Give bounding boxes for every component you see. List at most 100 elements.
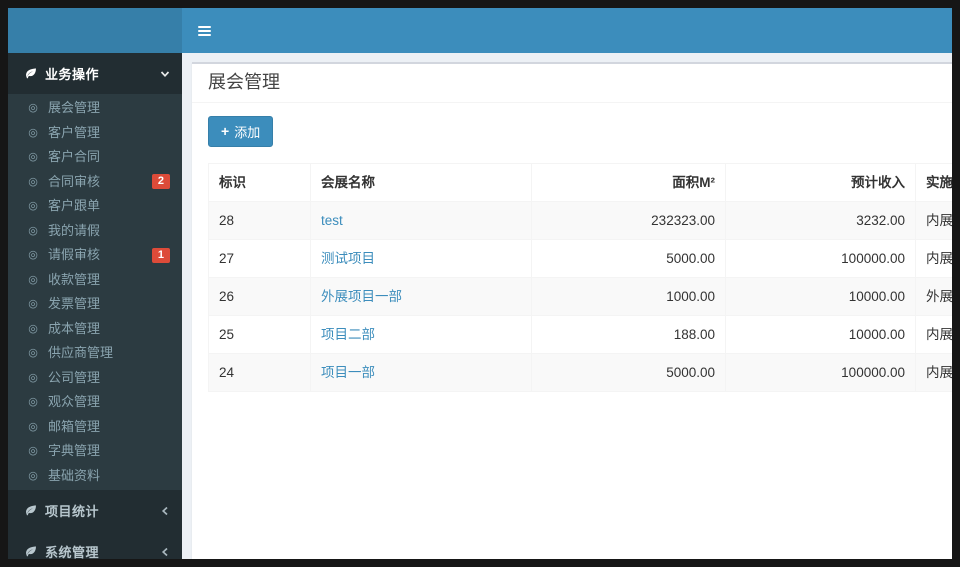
plus-icon: + <box>221 123 230 140</box>
sidebar-item-label: 成本管理 <box>48 320 101 336</box>
leaf-icon <box>22 545 38 558</box>
exhibition-id-cell: 24 <box>208 352 311 392</box>
sidebar-item: ◎ 客户管理 <box>8 121 182 146</box>
sidebar-item-label: 发票管理 <box>48 296 101 311</box>
sidebar-item-link[interactable]: ◎ 客户管理 <box>8 121 182 146</box>
sidebar-item: ◎ 展会管理 <box>8 96 182 121</box>
circle-dot-icon: ◎ <box>28 273 38 286</box>
notification-badge: 2 <box>151 174 170 190</box>
app-screen: 业务操作 ◎ 展会管理 ◎ 客户管理 ◎ 客户合同 ◎ 合同审核 2 ◎ 客户跟单 ◎ 我的请假 ◎ 请假审核… <box>8 8 952 559</box>
sidebar-section: 项目统计 <box>8 490 182 531</box>
sidebar-section-label: 业务操作 <box>45 67 100 82</box>
exhibition-revenue-cell: 3232.00 <box>725 200 916 240</box>
chevron-down-icon <box>160 69 170 79</box>
chevron-left-icon <box>160 506 170 516</box>
circle-dot-icon: ◎ <box>28 249 38 261</box>
circle-dot-icon: ◎ <box>28 396 38 408</box>
sidebar-item-link[interactable]: ◎ 基础资料 <box>8 464 182 489</box>
table-row: 26 外展项目一部 1000.0010000.00外展项目 <box>208 276 952 316</box>
sidebar-item-link[interactable]: ◎ 字典管理 <box>8 439 182 464</box>
sidebar-item-label: 客户跟单 <box>48 198 101 213</box>
exhibition-name-link[interactable]: 外展项目一部 <box>321 289 402 304</box>
sidebar-item-link[interactable]: ◎ 客户跟单 <box>8 194 182 219</box>
exhibition-name-cell: 项目二部 <box>310 314 532 354</box>
exhibition-name-link[interactable]: test <box>321 213 343 228</box>
column-header: 实施部门 <box>915 162 952 202</box>
exhibition-id-cell: 27 <box>208 238 311 278</box>
add-button-label: 添加 <box>234 124 261 140</box>
content-area: 展会管理 + 添加 标识会展名称面积M²预计收入实施部门 28 test 23232… <box>182 53 952 559</box>
table-body: 28test232323.003232.00内展项目27测试项目5000.001… <box>208 200 952 392</box>
exhibition-dept-cell: 内展项目 <box>915 238 952 278</box>
exhibition-id-cell: 28 <box>208 200 311 240</box>
circle-dot-icon: ◎ <box>28 126 38 139</box>
sidebar-item-link[interactable]: ◎ 发票管理 <box>8 292 182 317</box>
sidebar-item-label: 观众管理 <box>48 394 101 409</box>
sidebar-section-toggle[interactable]: 项目统计 <box>8 490 182 531</box>
column-header: 会展名称 <box>310 162 532 202</box>
sidebar-item-link[interactable]: ◎ 成本管理 <box>8 317 182 342</box>
sidebar-item-link[interactable]: ◎ 供应商管理 <box>8 341 182 366</box>
sidebar-item-link[interactable]: ◎ 请假审核 1 <box>8 243 182 268</box>
sidebar-item: ◎ 观众管理 <box>8 390 182 415</box>
circle-dot-icon: ◎ <box>28 224 38 237</box>
add-button[interactable]: + 添加 <box>208 115 274 147</box>
sidebar-item-link[interactable]: ◎ 展会管理 <box>8 96 182 121</box>
sidebar-item-link[interactable]: ◎ 合同审核 2 <box>8 170 182 195</box>
table-row: 25 项目二部 188.0010000.00内展项目 <box>208 314 952 354</box>
exhibition-area-cell: 1000.00 <box>531 276 726 316</box>
sidebar-item: ◎ 公司管理 <box>8 366 182 391</box>
exhibition-area-cell: 232323.00 <box>531 200 726 240</box>
sidebar-item-link[interactable]: ◎ 邮箱管理 <box>8 415 182 440</box>
sidebar-item-link[interactable]: ◎ 公司管理 <box>8 366 182 391</box>
sidebar-item-label: 公司管理 <box>48 369 101 385</box>
exhibition-name-link[interactable]: 项目一部 <box>321 365 375 380</box>
sidebar-item: ◎ 客户合同 <box>8 145 182 170</box>
exhibition-revenue-cell: 10000.00 <box>725 276 916 316</box>
sidebar-toggle-button[interactable] <box>182 8 227 53</box>
sidebar-section-toggle[interactable]: 系统管理 <box>8 531 182 559</box>
exhibition-revenue-cell: 100000.00 <box>725 238 916 278</box>
exhibition-name-link[interactable]: 测试项目 <box>321 251 375 266</box>
exhibition-dept-cell: 内展项目 <box>915 352 952 392</box>
circle-dot-icon: ◎ <box>28 151 38 163</box>
sidebar-item-link[interactable]: ◎ 客户合同 <box>8 145 182 170</box>
exhibition-dept-cell: 外展项目 <box>915 276 952 316</box>
sidebar-item-label: 邮箱管理 <box>48 418 101 434</box>
sidebar-item-link[interactable]: ◎ 观众管理 <box>8 390 182 415</box>
exhibition-name-link[interactable]: 项目二部 <box>321 327 375 342</box>
sidebar-item: ◎ 字典管理 <box>8 439 182 464</box>
circle-dot-icon: ◎ <box>28 347 38 359</box>
exhibition-box: 展会管理 + 添加 标识会展名称面积M²预计收入实施部门 28 test 23232… <box>192 62 952 559</box>
hamburger-icon <box>198 25 211 28</box>
circle-dot-icon: ◎ <box>28 420 38 433</box>
table-header-row: 标识会展名称面积M²预计收入实施部门 <box>208 162 952 202</box>
sidebar-item: ◎ 邮箱管理 <box>8 415 182 440</box>
sidebar-section: 业务操作 ◎ 展会管理 ◎ 客户管理 ◎ 客户合同 ◎ 合同审核 2 ◎ 客户跟单 ◎ 我的请假 ◎ 请假审核… <box>8 53 182 490</box>
exhibition-name-cell: 测试项目 <box>310 238 532 278</box>
sidebar-item: ◎ 客户跟单 <box>8 194 182 219</box>
table-row: 28 test 232323.003232.00内展项目 <box>208 200 952 240</box>
circle-dot-icon: ◎ <box>28 469 38 482</box>
exhibition-dept-cell: 内展项目 <box>915 314 952 354</box>
sidebar-item-label: 供应商管理 <box>48 345 114 360</box>
sidebar-item-label: 合同审核 <box>48 173 101 189</box>
exhibition-id-cell: 26 <box>208 276 311 316</box>
circle-dot-icon: ◎ <box>28 298 38 310</box>
notification-badge: 1 <box>151 247 170 263</box>
sidebar-item-label: 字典管理 <box>48 443 101 458</box>
logo <box>8 8 182 53</box>
sidebar-item-label: 客户合同 <box>48 149 101 164</box>
exhibition-revenue-cell: 100000.00 <box>725 352 916 392</box>
sidebar-item-label: 收款管理 <box>48 271 101 287</box>
circle-dot-icon: ◎ <box>28 200 38 212</box>
sidebar-section-toggle[interactable]: 业务操作 <box>8 53 182 94</box>
sidebar-item: ◎ 合同审核 2 <box>8 170 182 195</box>
column-header: 标识 <box>208 162 311 202</box>
column-header: 预计收入 <box>725 162 916 202</box>
sidebar-item-link[interactable]: ◎ 收款管理 <box>8 268 182 293</box>
circle-dot-icon: ◎ <box>28 102 38 114</box>
sidebar-item-link[interactable]: ◎ 我的请假 <box>8 219 182 244</box>
exhibition-name-cell: 外展项目一部 <box>310 276 532 316</box>
page-title: 展会管理 <box>208 72 280 92</box>
